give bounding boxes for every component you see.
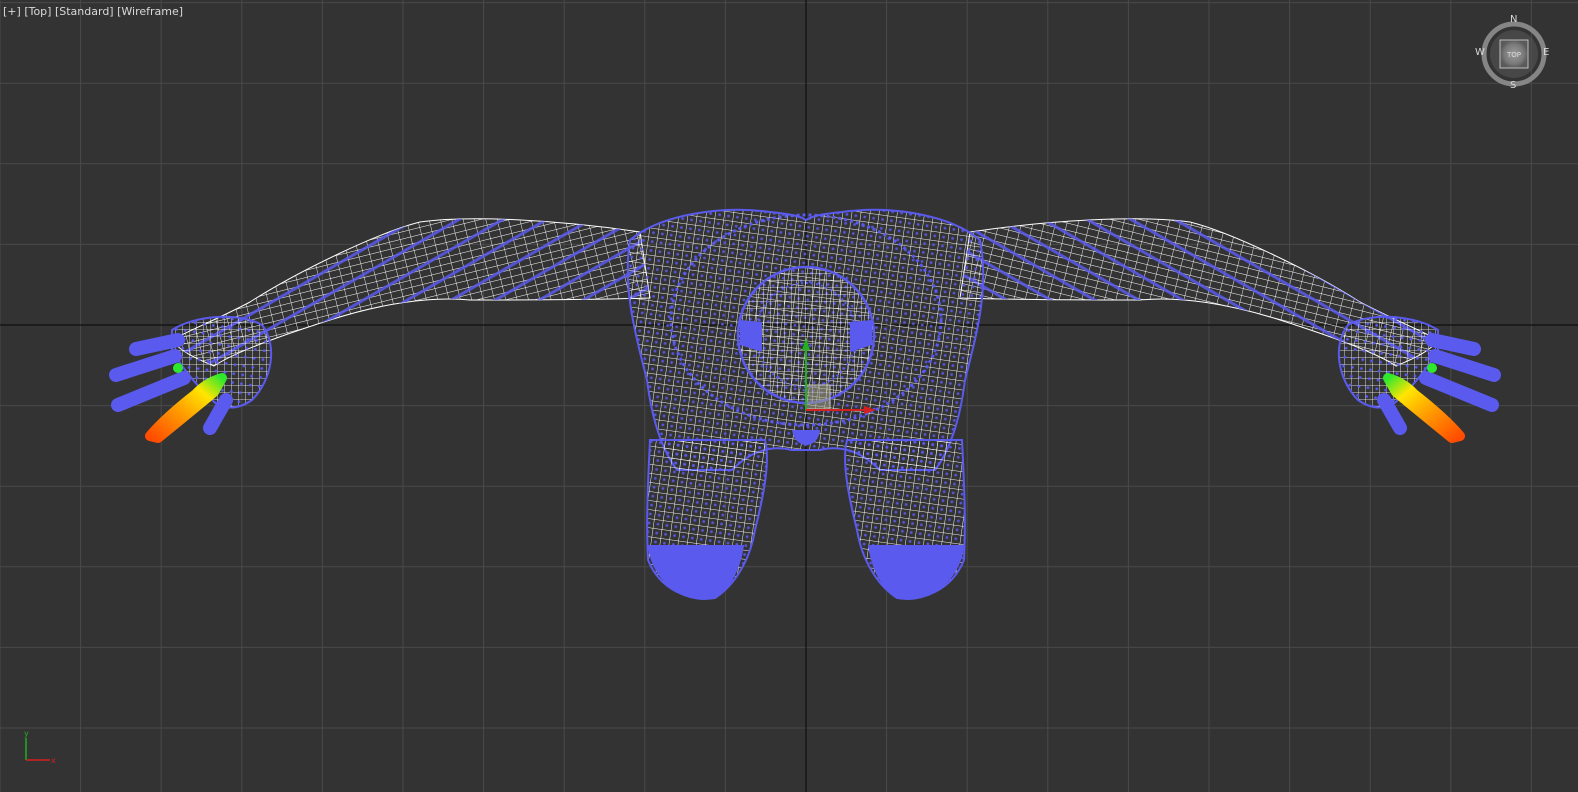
- svg-text:y: y: [24, 729, 29, 738]
- right-foot-mesh: [868, 545, 964, 600]
- viewcube-navigation-icon[interactable]: TOP N S E W: [1475, 14, 1552, 92]
- left-hand-mesh[interactable]: [109, 315, 273, 443]
- right-hand-mesh[interactable]: [1337, 315, 1501, 443]
- compass-north-label[interactable]: N: [1510, 14, 1517, 25]
- top-viewport[interactable]: y x [+] [Top] [Standard] [Wireframe] TOP…: [0, 0, 1578, 792]
- viewport-general-menu[interactable]: [+]: [3, 5, 21, 18]
- viewcube-face-label: TOP: [1506, 51, 1521, 59]
- viewport-display-mode-menu[interactable]: [Wireframe]: [117, 5, 183, 18]
- viewport-label-menu[interactable]: [+] [Top] [Standard] [Wireframe]: [3, 5, 183, 18]
- viewport-canvas[interactable]: y x: [0, 0, 1578, 792]
- svg-text:x: x: [51, 756, 56, 765]
- compass-east-label[interactable]: E: [1543, 47, 1549, 58]
- left-foot-mesh: [648, 545, 744, 600]
- viewport-point-of-view-menu[interactable]: [Top]: [24, 5, 51, 18]
- compass-west-label[interactable]: W: [1475, 47, 1485, 58]
- compass-south-label[interactable]: S: [1510, 80, 1516, 91]
- world-axis-tripod-icon: y x: [24, 729, 56, 765]
- viewport-shading-menu[interactable]: [Standard]: [55, 5, 114, 18]
